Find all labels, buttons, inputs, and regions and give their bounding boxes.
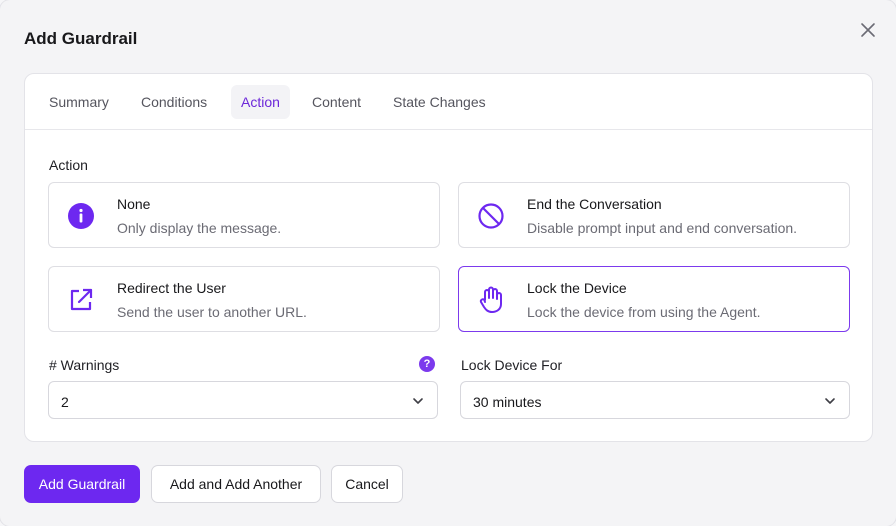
chevron-down-icon [825,398,835,404]
lock-for-label: Lock Device For [461,357,563,373]
action-section-label: Action [49,157,88,173]
guardrail-panel: Summary Conditions Action Content State … [24,73,873,442]
option-description: Only display the message. [117,220,282,236]
close-icon [861,23,875,37]
option-description: Send the user to another URL. [117,304,307,320]
ban-icon [476,201,506,231]
option-title: None [117,196,151,212]
warnings-select[interactable]: 2 [48,381,438,419]
help-icon[interactable]: ? [419,356,435,372]
warnings-label: # Warnings [49,357,120,373]
lock-for-select[interactable]: 30 minutes [460,381,850,419]
lock-for-value: 30 minutes [473,394,542,410]
chevron-down-icon [413,398,423,404]
info-icon [66,201,96,231]
external-link-icon [66,285,96,315]
option-lock-device[interactable]: Lock the Device Lock the device from usi… [458,266,850,332]
option-title: Redirect the User [117,280,226,296]
hand-icon [476,285,506,315]
warnings-value: 2 [61,394,69,410]
tab-state-changes[interactable]: State Changes [383,85,496,119]
option-title: End the Conversation [527,196,662,212]
option-title: Lock the Device [527,280,627,296]
add-guardrail-modal: Add Guardrail Summary Conditions Action … [0,0,896,526]
tab-action[interactable]: Action [231,85,290,119]
tab-summary[interactable]: Summary [39,85,119,119]
tab-content[interactable]: Content [302,85,371,119]
option-redirect-user[interactable]: Redirect the User Send the user to anoth… [48,266,440,332]
option-description: Disable prompt input and end conversatio… [527,220,798,236]
tab-conditions[interactable]: Conditions [131,85,217,119]
option-description: Lock the device from using the Agent. [527,304,761,320]
modal-title: Add Guardrail [24,29,138,48]
add-guardrail-button[interactable]: Add Guardrail [24,465,140,503]
option-end-conversation[interactable]: End the Conversation Disable prompt inpu… [458,182,850,248]
option-none[interactable]: None Only display the message. [48,182,440,248]
add-and-add-another-button[interactable]: Add and Add Another [151,465,321,503]
cancel-button[interactable]: Cancel [331,465,403,503]
tab-bar: Summary Conditions Action Content State … [25,74,872,130]
close-button[interactable] [856,18,880,42]
